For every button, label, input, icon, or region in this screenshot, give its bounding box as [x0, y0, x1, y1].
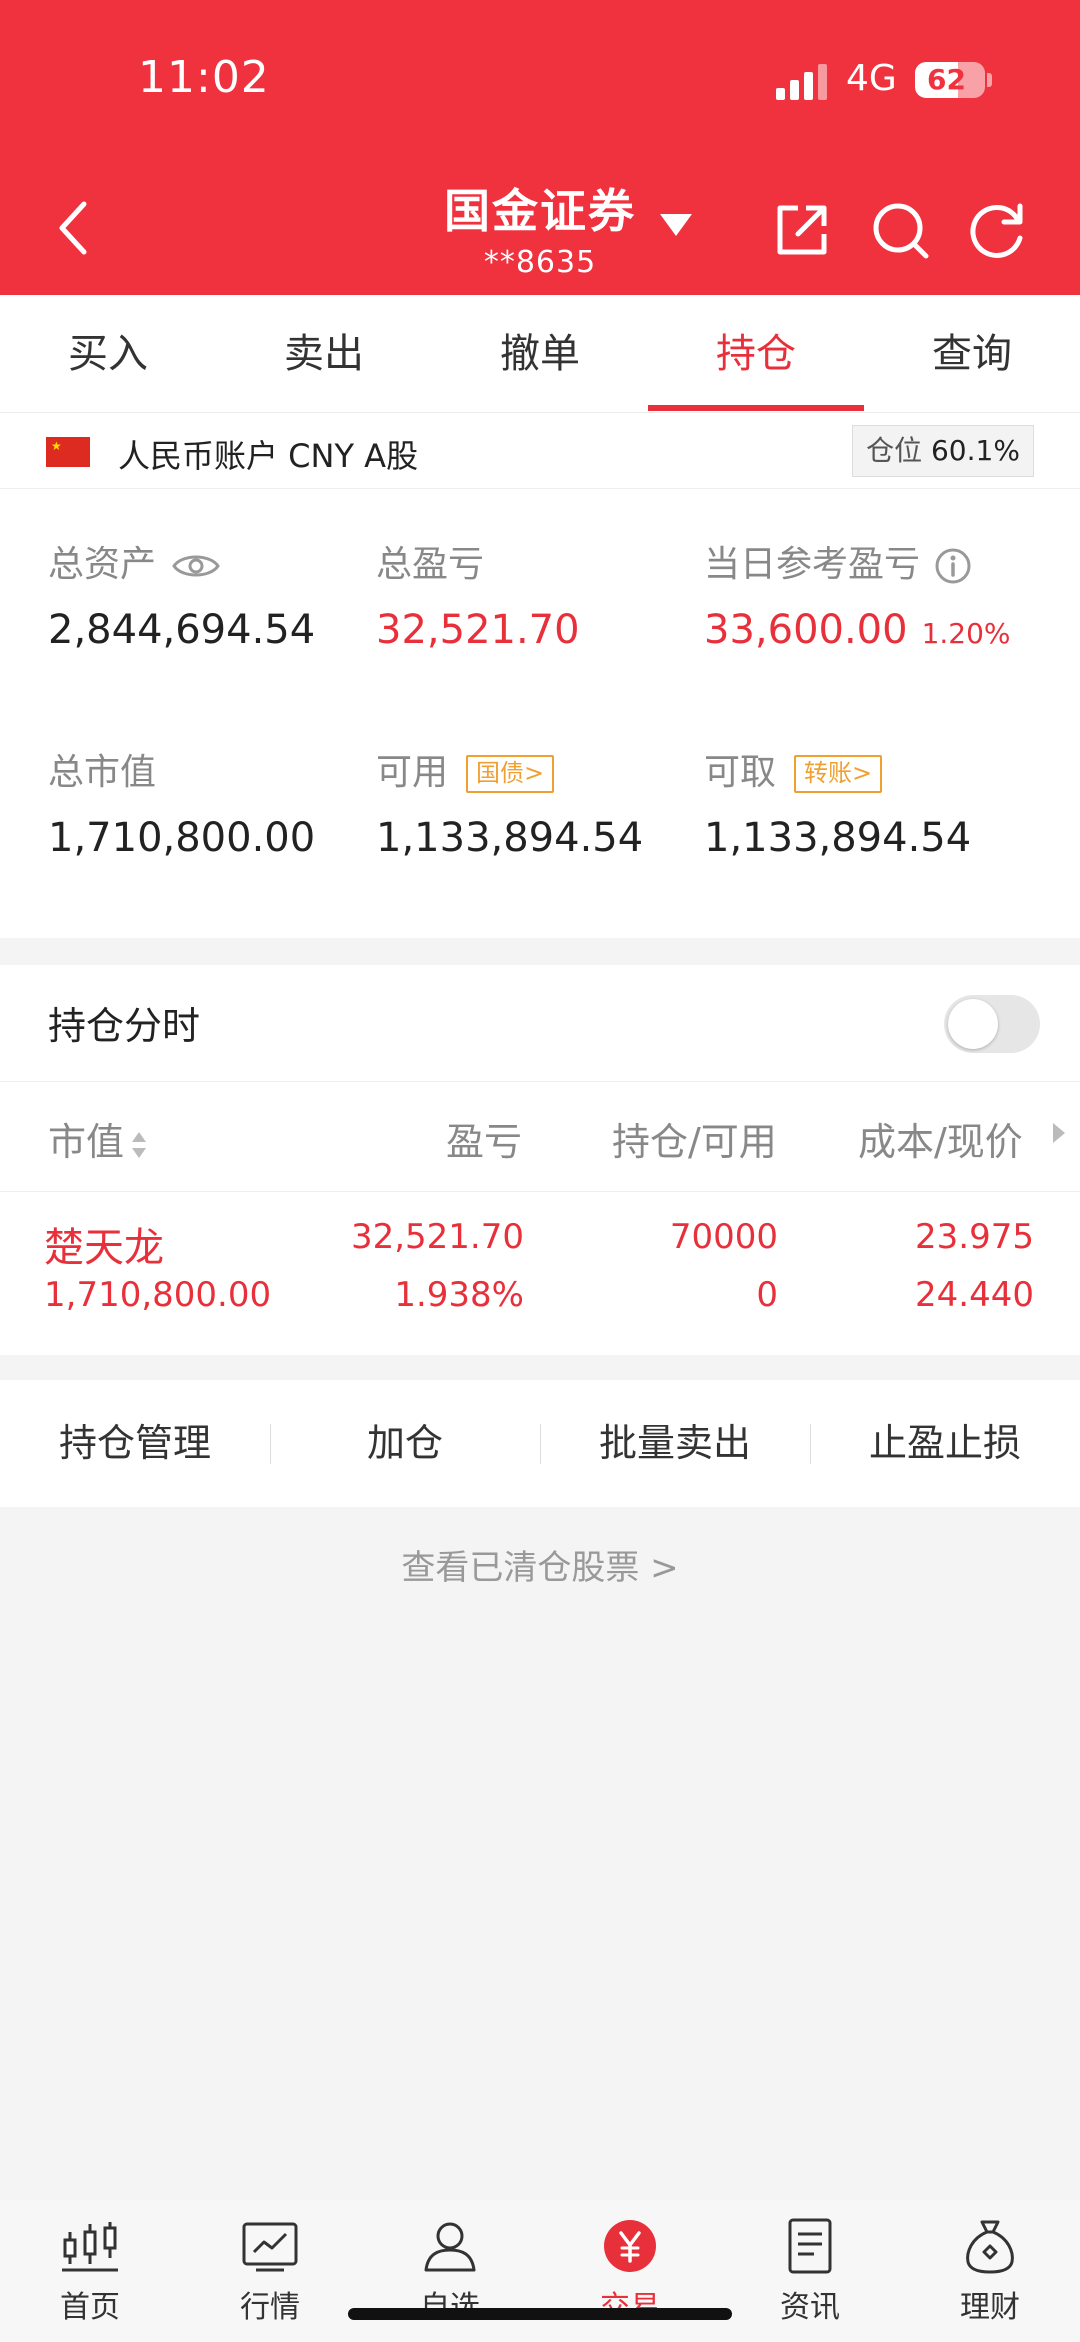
- account-summary: ★ 人民币账户 CNY A股 仓位 60.1% 总资产 2,844,694.54…: [0, 413, 1080, 938]
- stock-available: 0: [756, 1275, 778, 1315]
- market-value: 总市值 1,710,800.00: [48, 743, 315, 861]
- market-value-label: 总市值: [48, 752, 157, 793]
- nav-home-label: 首页: [60, 2290, 120, 2325]
- total-assets-value: 2,844,694.54: [48, 607, 316, 653]
- stock-name: 楚天龙: [44, 1225, 164, 1271]
- nav-news[interactable]: 资讯: [720, 2218, 900, 2326]
- col-market-value-label: 市值: [48, 1120, 125, 1164]
- account-label: 人民币账户 CNY A股: [118, 437, 419, 475]
- broker-selector[interactable]: 国金证券 **8635: [380, 175, 700, 280]
- divider: [0, 1191, 1080, 1192]
- total-assets-label: 总资产: [48, 544, 157, 585]
- take-profit-stop-loss-button[interactable]: 止盈止损: [810, 1380, 1080, 1507]
- tab-sell[interactable]: 卖出: [216, 295, 432, 413]
- position-label: 仓位: [866, 434, 923, 467]
- nav-wealth-label: 理财: [960, 2290, 1020, 2325]
- col-market-value[interactable]: 市值: [48, 1111, 148, 1166]
- nav-wealth[interactable]: 理财: [900, 2218, 1080, 2326]
- total-pl-label: 总盈亏: [376, 544, 485, 585]
- sort-icon: [132, 1131, 147, 1158]
- total-assets: 总资产 2,844,694.54: [48, 535, 315, 653]
- holdings-actions: 持仓管理 加仓 批量卖出 止盈止损: [0, 1380, 1080, 1507]
- chart-icon: [242, 2222, 298, 2272]
- tab-cancel[interactable]: 撤单: [432, 295, 648, 413]
- batch-sell-button[interactable]: 批量卖出: [540, 1380, 810, 1507]
- info-icon[interactable]: [934, 547, 972, 585]
- withdrawable: 可取 转账> 1,133,894.54: [704, 743, 971, 861]
- stock-market-value: 1,710,800.00: [44, 1275, 272, 1315]
- document-icon: [788, 2218, 832, 2274]
- network-type: 4G: [846, 58, 897, 99]
- page-title: 国金证券: [444, 184, 636, 238]
- manage-holdings-button[interactable]: 持仓管理: [0, 1380, 270, 1507]
- withdrawable-label: 可取: [704, 752, 777, 793]
- app-header: 11:02 4G 62 国金证券 **8635: [0, 0, 1080, 295]
- bottom-nav: 首页 行情 自选 交易 资讯: [0, 2200, 1080, 2342]
- nav-market-label: 行情: [240, 2290, 300, 2325]
- battery-icon: 62: [915, 62, 985, 98]
- candlestick-icon: [62, 2222, 118, 2272]
- signal-icon: [776, 64, 834, 100]
- stock-price: 24.440: [915, 1275, 1034, 1315]
- refresh-icon: [970, 203, 1023, 258]
- treasury-chip[interactable]: 国债>: [466, 755, 555, 793]
- add-position-button[interactable]: 加仓: [270, 1380, 540, 1507]
- china-flag-icon: ★: [46, 437, 90, 467]
- toggle-knob: [948, 999, 998, 1049]
- transfer-chip[interactable]: 转账>: [794, 755, 883, 793]
- divider: [0, 1081, 1080, 1082]
- market-value-value: 1,710,800.00: [48, 815, 316, 861]
- active-tab-indicator: [648, 405, 864, 411]
- daily-pl: 当日参考盈亏 33,600.00 1.20%: [704, 535, 1011, 653]
- share-icon: [777, 205, 827, 255]
- position-badge: 仓位 60.1%: [852, 425, 1034, 477]
- eye-icon[interactable]: [172, 551, 220, 581]
- share-button[interactable]: [770, 198, 834, 262]
- daily-pl-label: 当日参考盈亏: [704, 544, 921, 585]
- caret-down-icon[interactable]: [660, 214, 692, 236]
- withdrawable-value: 1,133,894.54: [704, 815, 972, 861]
- scroll-right-icon[interactable]: [1053, 1123, 1065, 1143]
- battery-tip: [987, 73, 992, 87]
- stock-cost: 23.975: [915, 1217, 1034, 1257]
- search-icon: [873, 203, 929, 259]
- account-number: **8635: [483, 245, 597, 280]
- col-position[interactable]: 持仓/可用: [612, 1111, 777, 1166]
- tab-query[interactable]: 查询: [864, 295, 1080, 413]
- holdings-title: 持仓分时: [48, 1004, 201, 1048]
- nav-news-label: 资讯: [780, 2290, 840, 2325]
- chevron-left-icon: [59, 201, 87, 255]
- moneybag-icon: [966, 2220, 1014, 2274]
- stock-pl-pct: 1.938%: [394, 1275, 524, 1315]
- total-pl: 总盈亏 32,521.70: [376, 535, 580, 653]
- daily-pl-value: 33,600.00: [704, 607, 908, 653]
- account-row[interactable]: ★ 人民币账户 CNY A股 仓位 60.1%: [0, 413, 1080, 489]
- available: 可用 国债> 1,133,894.54: [376, 743, 643, 861]
- home-indicator: [348, 2308, 732, 2320]
- nav-market[interactable]: 行情: [180, 2218, 360, 2326]
- position-value: 60.1%: [930, 434, 1020, 467]
- stock-pl: 32,521.70: [350, 1217, 524, 1257]
- battery-level: 62: [927, 63, 966, 96]
- available-label: 可用: [376, 752, 449, 793]
- available-value: 1,133,894.54: [376, 815, 644, 861]
- tab-holdings[interactable]: 持仓: [648, 295, 864, 413]
- back-button[interactable]: [48, 192, 108, 264]
- yuan-icon: [604, 2220, 656, 2272]
- stock-position: 70000: [669, 1217, 778, 1257]
- trade-tabs: 买入 卖出 撤单 持仓 查询: [0, 295, 1080, 413]
- refresh-button[interactable]: [966, 198, 1030, 262]
- view-cleared-stocks-link[interactable]: 查看已清仓股票 >: [0, 1540, 1080, 1589]
- user-icon: [424, 2222, 476, 2272]
- daily-pl-pct: 1.20%: [921, 617, 1011, 650]
- tab-buy[interactable]: 买入: [0, 295, 216, 413]
- search-button[interactable]: [868, 198, 932, 262]
- status-time: 11:02: [138, 52, 270, 103]
- col-pl[interactable]: 盈亏: [446, 1111, 522, 1166]
- total-pl-value: 32,521.70: [376, 607, 580, 653]
- holdings-timeshare-toggle[interactable]: [944, 995, 1040, 1053]
- col-cost-price[interactable]: 成本/现价: [858, 1111, 1023, 1166]
- holdings-card: 持仓分时 市值 盈亏 持仓/可用 成本/现价 楚天龙 1,710,800.00 …: [0, 965, 1080, 1355]
- nav-home[interactable]: 首页: [0, 2218, 180, 2326]
